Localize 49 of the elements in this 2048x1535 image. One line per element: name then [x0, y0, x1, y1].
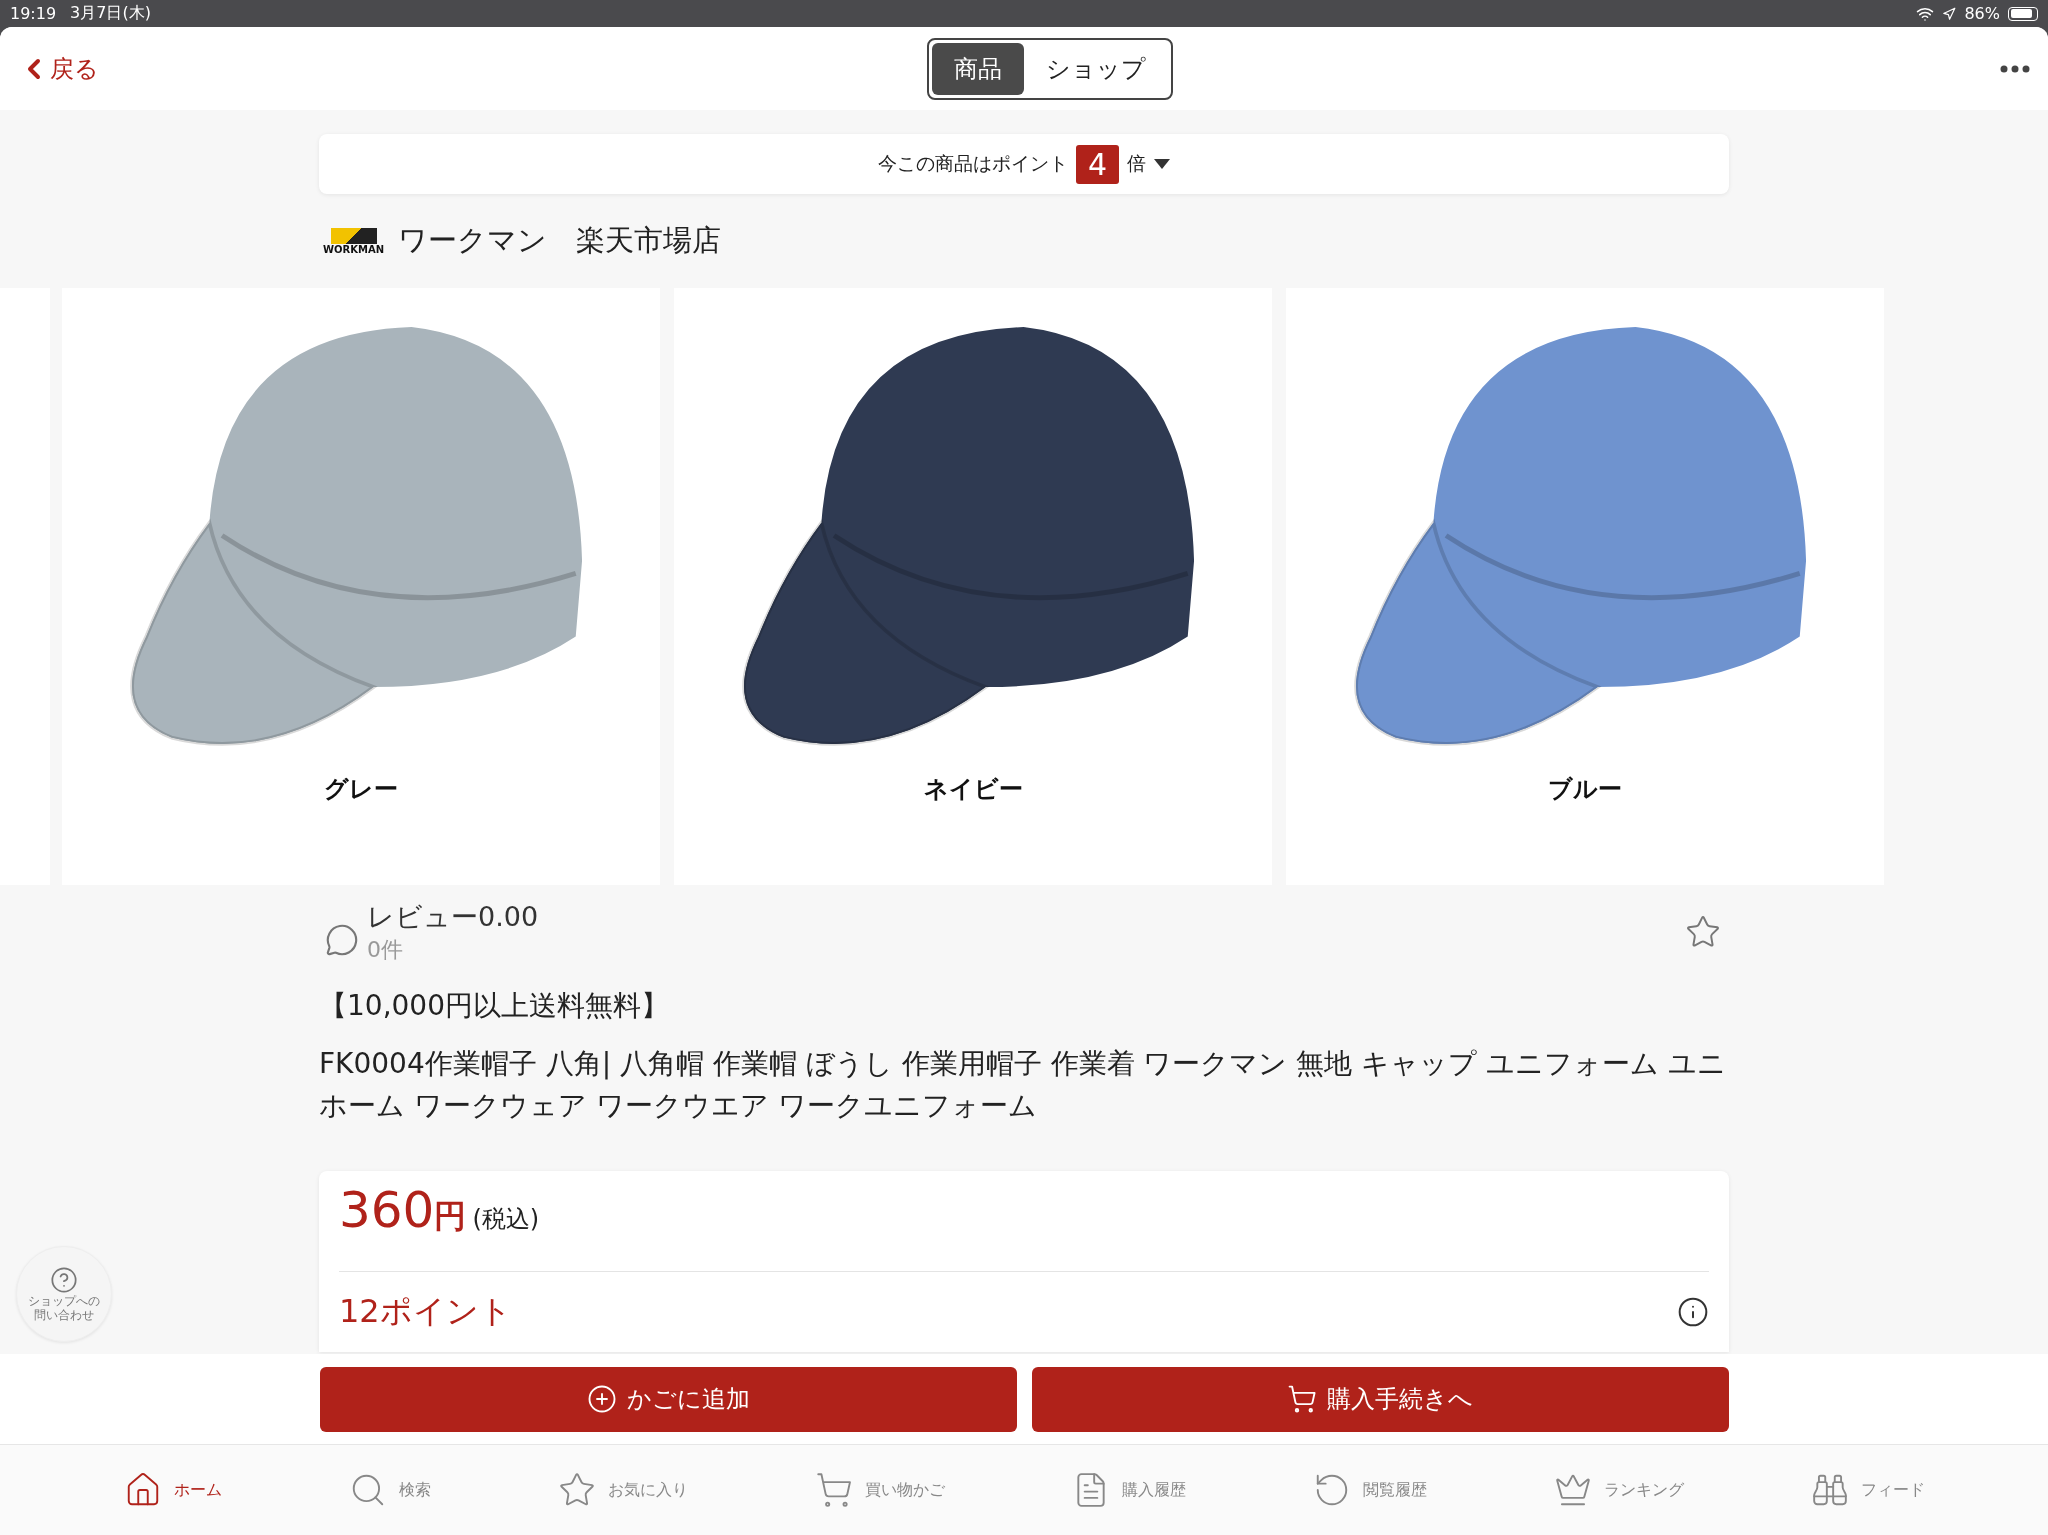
- tax-note: (税込): [472, 1204, 540, 1235]
- tab-bar-item[interactable]: 買い物かご: [814, 1471, 945, 1509]
- points-multiplier: 4: [1075, 144, 1120, 184]
- checkout-button[interactable]: 購入手続きへ: [1031, 1366, 1729, 1432]
- tab-bar-item[interactable]: フィード: [1810, 1471, 1925, 1509]
- variant-label: ブルー: [1548, 774, 1622, 805]
- comment-icon: [325, 923, 359, 957]
- variant-card[interactable]: ブルー: [1286, 288, 1884, 885]
- cart-icon: [1287, 1384, 1317, 1414]
- battery-icon: [2008, 6, 2038, 21]
- store-name[interactable]: ワークマン 楽天市場店: [398, 221, 722, 261]
- favorite-button[interactable]: [1685, 914, 1721, 950]
- price-unit: 円: [434, 1196, 467, 1237]
- tab-bar-item[interactable]: お気に入り: [557, 1471, 688, 1509]
- tab-bar-item[interactable]: 検索: [348, 1471, 431, 1509]
- back-button[interactable]: 戻る: [18, 52, 99, 85]
- tab-bar-item[interactable]: ランキング: [1553, 1471, 1684, 1509]
- battery-percent: 86%: [1964, 4, 2000, 23]
- tab-bar-item[interactable]: 閲覧履歴: [1312, 1471, 1427, 1509]
- plus-circle-icon: [586, 1384, 617, 1414]
- variant-label: ネイビー: [923, 774, 1023, 805]
- more-button[interactable]: [2000, 64, 2030, 73]
- segment-tab[interactable]: ショップ: [1023, 42, 1168, 95]
- more-icon: [2000, 64, 2030, 73]
- variant-card[interactable]: グレー: [62, 288, 660, 885]
- cart-icon: [814, 1471, 853, 1509]
- variant-label: グレー: [324, 774, 398, 805]
- price-amount: 360: [339, 1181, 435, 1239]
- points-banner[interactable]: 今この商品はポイント 4 倍: [319, 134, 1729, 194]
- variant-card[interactable]: ネイビー: [674, 288, 1272, 885]
- points-banner-text: 今この商品はポイント: [877, 151, 1068, 176]
- product-title: FK0004作業帽子 八角| 八角帽 作業帽 ぼうし 作業用帽子 作業着 ワークマン 無地 キャップ ユニフォーム ユニホーム ワークウェア ワークウエア ワークユニフォーム: [319, 1046, 1728, 1124]
- tab-bar-item[interactable]: ホーム: [123, 1471, 222, 1509]
- info-icon[interactable]: [1677, 1296, 1709, 1328]
- status-time: 19:19: [10, 4, 57, 23]
- points-suffix: 倍: [1127, 151, 1147, 176]
- tab-bar-item[interactable]: 購入履歴: [1071, 1471, 1186, 1509]
- review-count: 0件: [367, 936, 404, 964]
- add-to-cart-button[interactable]: かごに追加: [319, 1366, 1017, 1432]
- help-icon: [50, 1265, 78, 1294]
- shipping-note: 【10,000円以上送料無料】: [319, 988, 670, 1024]
- segment-tab[interactable]: 商品: [931, 42, 1024, 95]
- store-logo-icon: [330, 227, 377, 244]
- store-logo-text: WORKMAN: [323, 243, 385, 255]
- points-amount: 12ポイント: [339, 1291, 512, 1332]
- status-date: 3月7日(木): [70, 3, 151, 24]
- caret-icon: [1154, 159, 1171, 169]
- review-score[interactable]: レビュー0.00: [367, 899, 539, 935]
- location-icon: [1942, 6, 1957, 21]
